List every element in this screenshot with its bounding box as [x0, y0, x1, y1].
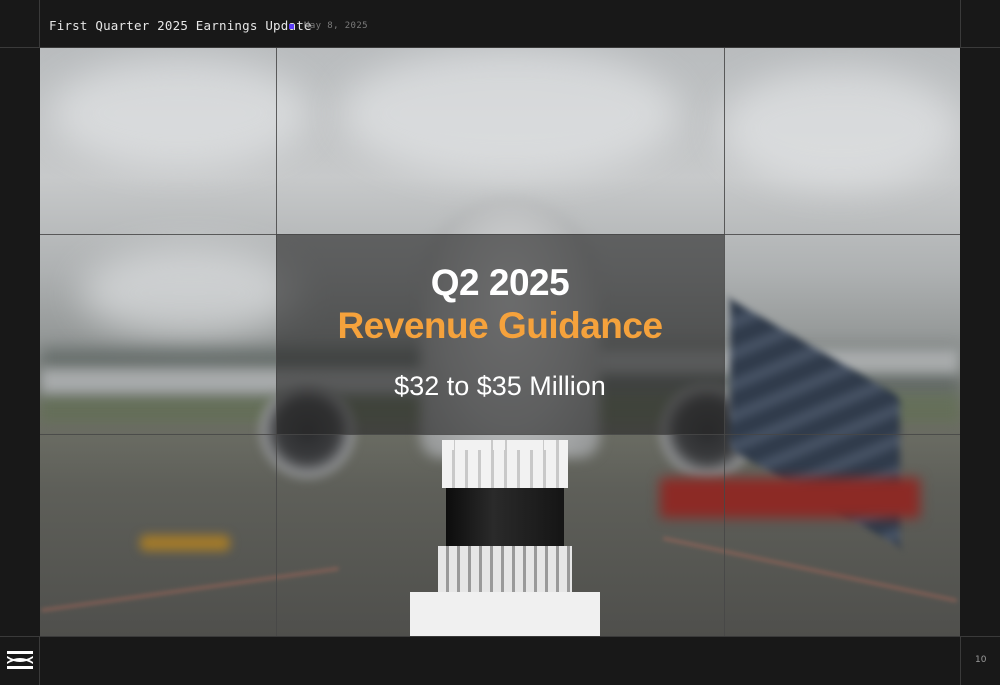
- grid-line: [40, 234, 960, 235]
- footer-divider: [39, 637, 40, 685]
- company-logo-icon: [7, 651, 33, 669]
- grid-line: [40, 434, 960, 435]
- header-divider: [39, 0, 40, 48]
- page-number: 10: [975, 655, 987, 665]
- left-margin: [0, 48, 40, 636]
- accent-square-icon: [289, 24, 294, 29]
- headline-period: Q2 2025: [430, 262, 570, 303]
- presentation-date: May 8, 2025: [304, 21, 369, 31]
- lidar-sensor-image: [410, 440, 600, 636]
- footer-divider: [960, 637, 961, 685]
- guidance-amount: $32 to $35 Million: [394, 371, 606, 401]
- grid-line: [724, 48, 725, 636]
- headline-subject: Revenue Guidance: [337, 305, 663, 346]
- header-divider: [960, 0, 961, 48]
- footer-bar: [0, 636, 1000, 685]
- presentation-title: First Quarter 2025 Earnings Update: [49, 18, 312, 33]
- right-margin: [960, 48, 1000, 636]
